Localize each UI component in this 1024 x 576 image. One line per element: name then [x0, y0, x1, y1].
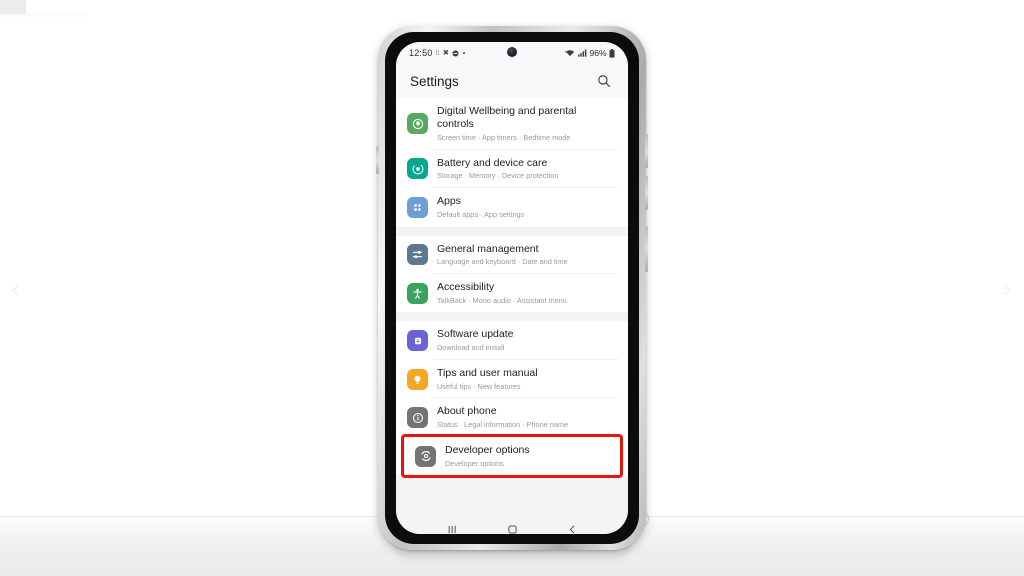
settings-row-tips-user-manual[interactable]: Tips and user manual Useful tips · New f…: [396, 359, 628, 399]
settings-row-title: Tips and user manual: [437, 366, 538, 379]
mute-icon: ✖: [442, 48, 449, 58]
sliders-icon: [407, 244, 428, 266]
settings-list[interactable]: Digital Wellbeing and parental controls …: [396, 98, 628, 516]
search-button[interactable]: [594, 71, 614, 91]
settings-row-title: Digital Wellbeing and parental controls: [437, 105, 577, 131]
settings-row-subtitle: Screen time · App timers · Bedtime mode: [437, 132, 571, 142]
recents-icon: [448, 525, 456, 533]
accessibility-icon: [407, 282, 428, 304]
software-update-icon: [407, 330, 428, 352]
settings-row-subtitle: Download and install: [437, 343, 505, 353]
corner-swatch-secondary: [0, 14, 88, 17]
phone-device: 12:50 ⁞⁞ ✖ 96% Settings Digital Wellbein…: [376, 26, 648, 550]
home-icon: [507, 524, 517, 534]
status-bar-left: 12:50 ⁞⁞ ✖: [409, 48, 466, 58]
settings-row-developer-options[interactable]: Developer options Developer options: [401, 433, 623, 479]
battery-care-icon: [407, 158, 428, 180]
settings-row-subtitle: Useful tips · New features: [437, 381, 521, 391]
volume-down-button[interactable]: [645, 176, 648, 210]
settings-row-text: Apps Default apps · App settings: [437, 195, 614, 219]
settings-row-text: Digital Wellbeing and parental controls …: [437, 105, 614, 143]
developer-options-icon: [415, 445, 436, 467]
system-navigation-bar: [396, 516, 628, 534]
settings-row-text: Software update Download and install: [437, 328, 614, 352]
page-title: Settings: [410, 73, 459, 89]
dnd-icon: [452, 49, 459, 57]
settings-row-title: Accessibility: [437, 281, 495, 293]
settings-row-title: Apps: [437, 195, 461, 208]
power-button[interactable]: [645, 226, 648, 272]
dot-indicator-icon: [463, 52, 465, 54]
settings-row-text: Developer options Developer options: [445, 444, 606, 468]
status-bar: 12:50 ⁞⁞ ✖ 96%: [396, 42, 628, 64]
settings-row-subtitle: Storage · Memory · Device protection: [437, 171, 559, 181]
settings-group: General management Language and keyboard…: [396, 235, 628, 313]
settings-app-header: Settings: [396, 64, 628, 98]
settings-group: Software update Download and install Tip…: [396, 321, 628, 479]
settings-row-text: General management Language and keyboard…: [437, 243, 614, 267]
alarm-icon: ⁞⁞: [435, 48, 440, 58]
status-bar-right: 96%: [565, 48, 615, 58]
phone-screen: 12:50 ⁞⁞ ✖ 96% Settings Digital Wellbein…: [396, 42, 628, 534]
wifi-icon: [565, 50, 575, 57]
settings-row-title: Battery and device care: [437, 156, 548, 169]
settings-row-subtitle: TalkBack · Mono audio · Assistant menu: [437, 295, 567, 305]
settings-row-subtitle: Language and keyboard · Date and time: [437, 257, 568, 267]
info-icon: [407, 407, 428, 429]
settings-group: Digital Wellbeing and parental controls …: [396, 98, 628, 227]
home-button[interactable]: [501, 520, 523, 534]
settings-row-title: General management: [437, 242, 539, 255]
group-separator: [396, 312, 628, 322]
settings-row-text: Accessibility TalkBack · Mono audio · As…: [437, 281, 614, 305]
settings-row-text: Tips and user manual Useful tips · New f…: [437, 367, 614, 391]
back-button[interactable]: [561, 520, 583, 534]
front-camera-punch-hole: [507, 47, 517, 57]
search-icon: [598, 75, 610, 87]
settings-row-accessibility[interactable]: Accessibility TalkBack · Mono audio · As…: [396, 274, 628, 313]
volume-up-button[interactable]: [645, 134, 648, 168]
lightbulb-icon: [407, 368, 428, 390]
settings-row-text: Battery and device care Storage · Memory…: [437, 157, 614, 181]
settings-row-subtitle: Status · Legal information · Phone name: [437, 420, 569, 430]
settings-row-subtitle: Default apps · App settings: [437, 209, 525, 219]
battery-percentage-label: 96%: [589, 48, 607, 58]
settings-row-about-phone[interactable]: About phone Status · Legal information ·…: [396, 398, 628, 437]
carousel-next-arrow-icon[interactable]: ›: [994, 277, 1020, 303]
settings-row-general-management[interactable]: General management Language and keyboard…: [396, 235, 628, 274]
settings-row-subtitle: Developer options: [445, 458, 504, 468]
phone-bezel: 12:50 ⁞⁞ ✖ 96% Settings Digital Wellbein…: [385, 32, 639, 544]
back-icon: [569, 525, 574, 533]
carousel-prev-arrow-icon[interactable]: ‹: [2, 277, 28, 303]
status-bar-clock: 12:50: [409, 48, 433, 58]
signal-icon: [577, 49, 587, 57]
corner-swatch: [0, 0, 26, 14]
apps-grid-icon: [407, 196, 428, 218]
settings-row-title: Developer options: [445, 443, 530, 456]
group-separator: [396, 226, 628, 236]
settings-row-text: About phone Status · Legal information ·…: [437, 405, 614, 429]
battery-icon: [609, 48, 615, 58]
settings-row-software-update[interactable]: Software update Download and install: [396, 321, 628, 360]
settings-row-title: Software update: [437, 328, 514, 341]
wellbeing-icon: [407, 113, 428, 135]
recents-button[interactable]: [441, 520, 463, 534]
left-side-button[interactable]: [376, 146, 379, 174]
settings-row-battery-device-care[interactable]: Battery and device care Storage · Memory…: [396, 149, 628, 189]
settings-row-apps[interactable]: Apps Default apps · App settings: [396, 188, 628, 227]
settings-row-digital-wellbeing[interactable]: Digital Wellbeing and parental controls …: [396, 98, 628, 150]
settings-row-title: About phone: [437, 405, 497, 418]
